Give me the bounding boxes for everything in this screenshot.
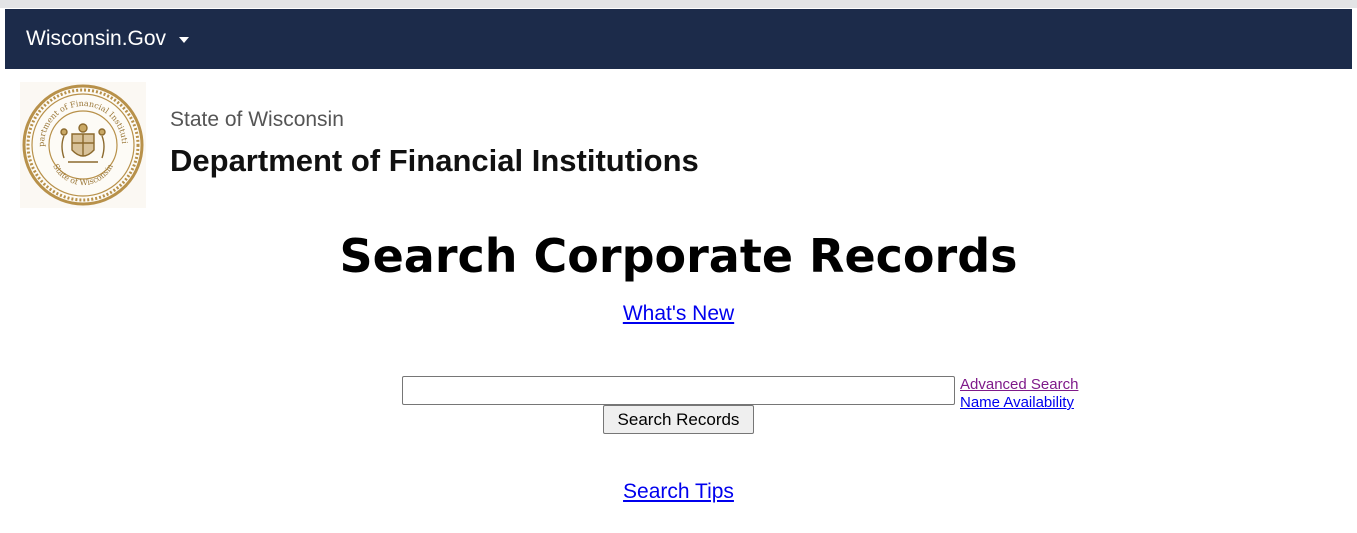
dfi-seal-logo: Department of Financial Institutions Sta… — [17, 75, 146, 208]
state-name: State of Wisconsin — [170, 108, 344, 131]
browser-top-strip — [0, 0, 1357, 8]
seal-icon: Department of Financial Institutions Sta… — [17, 75, 146, 208]
brand-dropdown[interactable]: Wisconsin.Gov — [26, 25, 190, 53]
search-records-button[interactable]: Search Records — [603, 405, 754, 434]
caret-down-icon — [179, 37, 190, 43]
brand-label: Wisconsin.Gov — [26, 27, 167, 50]
search-tips-link[interactable]: Search Tips — [623, 480, 734, 503]
whats-new-container: What's New — [0, 302, 1357, 326]
search-side-links: Advanced Search Name Availability — [960, 376, 1078, 412]
advanced-search-link[interactable]: Advanced Search — [960, 376, 1078, 394]
search-input[interactable] — [402, 376, 955, 405]
whats-new-link[interactable]: What's New — [623, 302, 734, 325]
search-tips-container: Search Tips — [0, 480, 1357, 504]
page-title: Search Corporate Records — [339, 229, 1018, 283]
name-availability-link[interactable]: Name Availability — [960, 394, 1078, 412]
page: Wisconsin.Gov Department of Financial In… — [0, 0, 1357, 533]
top-navbar: Wisconsin.Gov — [5, 9, 1352, 69]
department-name: Department of Financial Institutions — [170, 143, 699, 178]
